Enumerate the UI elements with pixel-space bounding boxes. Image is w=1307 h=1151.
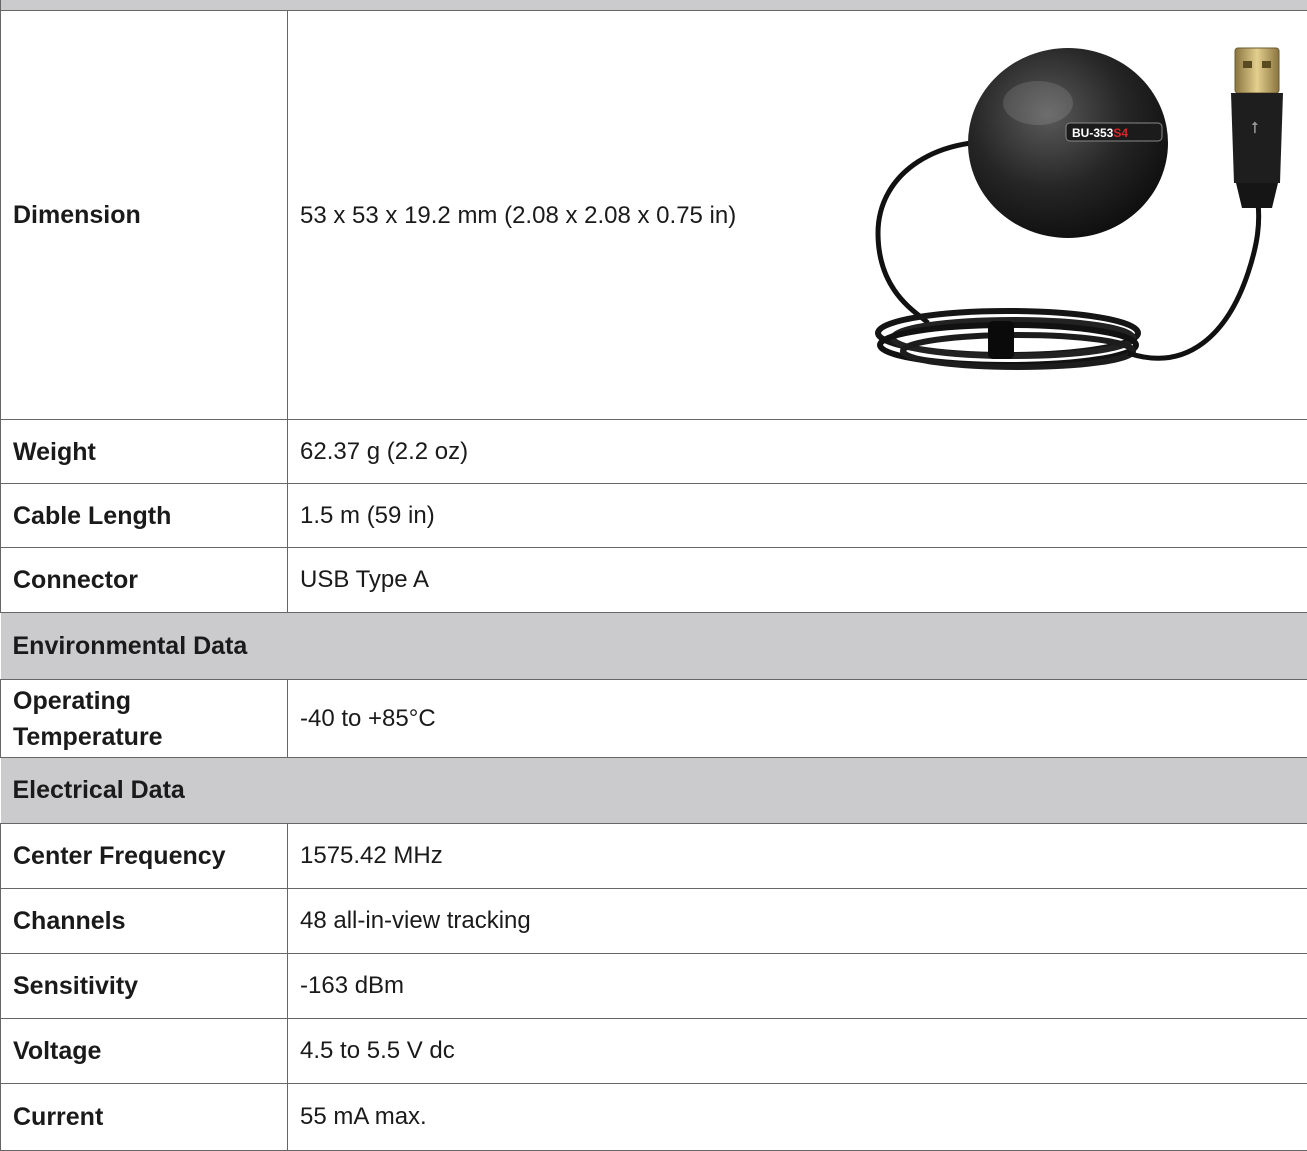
operating-temperature-value: -40 to +85°C (287, 679, 1307, 758)
cable-length-value: 1.5 m (59 in) (287, 483, 1307, 548)
table-row-cable-length: Cable Length 1.5 m (59 in) (0, 483, 1307, 548)
sensitivity-value: -163 dBm (287, 953, 1307, 1019)
dimension-value: 53 x 53 x 19.2 mm (2.08 x 2.08 x 0.75 in… (300, 202, 737, 229)
dimension-label: Dimension (0, 10, 288, 420)
electrical-title: Electrical Data (0, 757, 1307, 824)
table-row-connector: Connector USB Type A (0, 547, 1307, 613)
svg-text:BU-353S4: BU-353S4 (1072, 126, 1128, 140)
voltage-value: 4.5 to 5.5 V dc (287, 1018, 1307, 1084)
center-frequency-label: Center Frequency (0, 823, 288, 889)
table-row-channels: Channels 48 all-in-view tracking (0, 888, 1307, 954)
operating-temperature-label: Operating Temperature (0, 679, 288, 758)
cable-length-label: Cable Length (0, 483, 288, 548)
voltage-label: Voltage (0, 1018, 288, 1084)
weight-value: 62.37 g (2.2 oz) (287, 419, 1307, 484)
table-row-weight: Weight 62.37 g (2.2 oz) (0, 419, 1307, 484)
sensitivity-label: Sensitivity (0, 953, 288, 1019)
weight-label: Weight (0, 419, 288, 484)
table-row-current: Current 55 mA max. (0, 1083, 1307, 1151)
top-section-bar (0, 0, 1307, 11)
connector-label: Connector (0, 547, 288, 613)
current-value: 55 mA max. (287, 1083, 1307, 1151)
center-frequency-value: 1575.42 MHz (287, 823, 1307, 889)
table-row-operating-temperature: Operating Temperature -40 to +85°C (0, 679, 1307, 758)
channels-label: Channels (0, 888, 288, 954)
model-label-black: BU-353 (1072, 126, 1114, 140)
channels-value: 48 all-in-view tracking (287, 888, 1307, 954)
gps-receiver-image: BU-353S4 ⭡ (875, 47, 1283, 370)
model-label-red: S4 (1113, 126, 1128, 140)
environmental-title: Environmental Data (0, 612, 1307, 680)
section-header-electrical: Electrical Data (0, 757, 1307, 824)
table-row-sensitivity: Sensitivity -163 dBm (0, 953, 1307, 1019)
table-row-voltage: Voltage 4.5 to 5.5 V dc (0, 1018, 1307, 1084)
current-label: Current (0, 1083, 288, 1151)
section-header-environmental: Environmental Data (0, 612, 1307, 680)
spec-table: Dimension 53 x 53 x 19.2 mm (2.08 x 2.08… (0, 0, 1307, 1151)
table-row-center-frequency: Center Frequency 1575.42 MHz (0, 823, 1307, 889)
svg-text:⭡: ⭡ (1251, 118, 1259, 137)
connector-value: USB Type A (287, 547, 1307, 613)
table-row-dimension: Dimension 53 x 53 x 19.2 mm (2.08 x 2.08… (0, 10, 1307, 420)
